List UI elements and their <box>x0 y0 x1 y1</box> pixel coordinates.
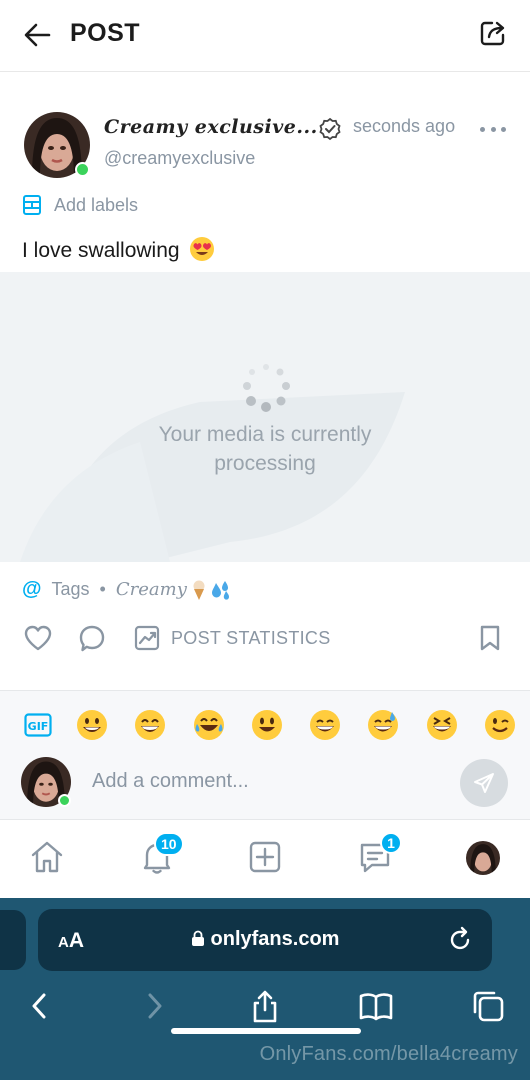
home-indicator <box>171 1028 361 1034</box>
back-arrow-icon[interactable] <box>22 20 52 50</box>
svg-text:GIF: GIF <box>28 720 49 733</box>
statistics-chart-icon <box>134 625 160 651</box>
browser-share-icon[interactable] <box>247 988 283 1024</box>
media-processing-text: Your media is currently processing <box>158 423 372 475</box>
verified-icon <box>318 117 342 141</box>
watermark-text: OnlyFans.com/bella4creamy <box>259 1043 518 1065</box>
reload-icon[interactable] <box>448 926 474 954</box>
lock-icon <box>191 930 204 946</box>
comment-input[interactable] <box>92 766 442 796</box>
post-statistics-label: POST STATISTICS <box>171 627 331 648</box>
online-status-dot <box>58 794 71 807</box>
post-caption: I love swallowing <box>22 236 215 263</box>
online-status-dot <box>75 162 90 177</box>
commenter-avatar <box>21 757 71 807</box>
profile-avatar[interactable] <box>466 841 500 875</box>
bottom-navigation: 10 1 <box>0 820 530 898</box>
post-header: POST <box>0 0 530 72</box>
add-labels-label: Add labels <box>54 194 139 215</box>
post-author: Creamy exclusive... @creamyexclusive sec… <box>0 110 530 180</box>
home-icon[interactable] <box>28 838 66 876</box>
bookmarks-book-icon[interactable] <box>358 988 394 1024</box>
loading-spinner-icon <box>240 362 296 418</box>
tags-separator: • <box>99 579 106 599</box>
at-icon: @ <box>22 578 42 600</box>
messages-chat-icon[interactable]: 1 <box>356 832 402 876</box>
squinting-laugh-emoji-icon[interactable] <box>426 709 458 741</box>
gif-button[interactable]: GIF <box>24 713 52 737</box>
author-username[interactable]: @creamyexclusive <box>104 148 255 169</box>
post-tags[interactable]: @ Tags • Creamy <box>22 578 232 601</box>
notifications-bell-icon[interactable]: 10 <box>138 832 184 876</box>
author-avatar[interactable] <box>24 112 90 178</box>
page-title: POST <box>70 19 141 47</box>
previous-tab-peek[interactable] <box>0 910 26 970</box>
send-paper-plane-icon <box>474 773 494 793</box>
beaming-face-emoji-icon[interactable] <box>134 709 166 741</box>
ice-cream-emoji-icon <box>193 580 205 600</box>
grinning-sweat-emoji-icon[interactable] <box>367 709 399 741</box>
tears-of-joy-emoji-icon[interactable] <box>193 709 225 741</box>
heart-eyes-emoji-icon <box>189 236 215 262</box>
tabs-icon[interactable] <box>470 988 506 1024</box>
quick-emoji-row <box>76 709 516 741</box>
grinning-smiling-eyes-emoji-icon[interactable] <box>309 709 341 741</box>
comment-bubble-icon[interactable] <box>78 624 106 659</box>
like-heart-icon[interactable] <box>23 624 53 657</box>
smiley-face-emoji-icon[interactable] <box>251 709 283 741</box>
messages-count-badge: 1 <box>380 832 402 854</box>
media-processing-placeholder: Your media is currently processing <box>0 272 530 562</box>
add-labels-button[interactable]: Add labels <box>22 194 138 216</box>
more-options-icon[interactable] <box>480 124 506 134</box>
browser-toolbar <box>0 984 530 1034</box>
post-statistics-button[interactable]: POST STATISTICS <box>133 624 331 652</box>
browser-forward-icon[interactable] <box>136 988 172 1024</box>
bookmark-icon[interactable] <box>478 624 502 657</box>
author-display-name[interactable]: Creamy exclusive... <box>104 116 318 138</box>
post-caption-text: I love swallowing <box>22 239 180 262</box>
post-actions: POST STATISTICS <box>0 620 530 660</box>
grinning-face-emoji-icon[interactable] <box>76 709 108 741</box>
address-bar[interactable]: AA onlyfans.com <box>38 909 492 971</box>
browser-back-icon[interactable] <box>22 988 58 1024</box>
new-post-plus-icon[interactable] <box>246 838 284 876</box>
tag-value[interactable]: Creamy <box>116 579 187 600</box>
winking-face-emoji-icon[interactable] <box>484 709 516 741</box>
send-button[interactable] <box>460 759 508 807</box>
post-timestamp: seconds ago <box>353 116 456 136</box>
address-url[interactable]: onlyfans.com <box>38 928 492 951</box>
sweat-droplets-emoji-icon <box>211 580 229 600</box>
tags-label: Tags <box>51 579 90 599</box>
comment-composer: GIF <box>0 690 530 820</box>
share-icon[interactable] <box>478 18 508 48</box>
label-icon <box>23 195 41 215</box>
notifications-count-badge: 10 <box>154 832 184 856</box>
